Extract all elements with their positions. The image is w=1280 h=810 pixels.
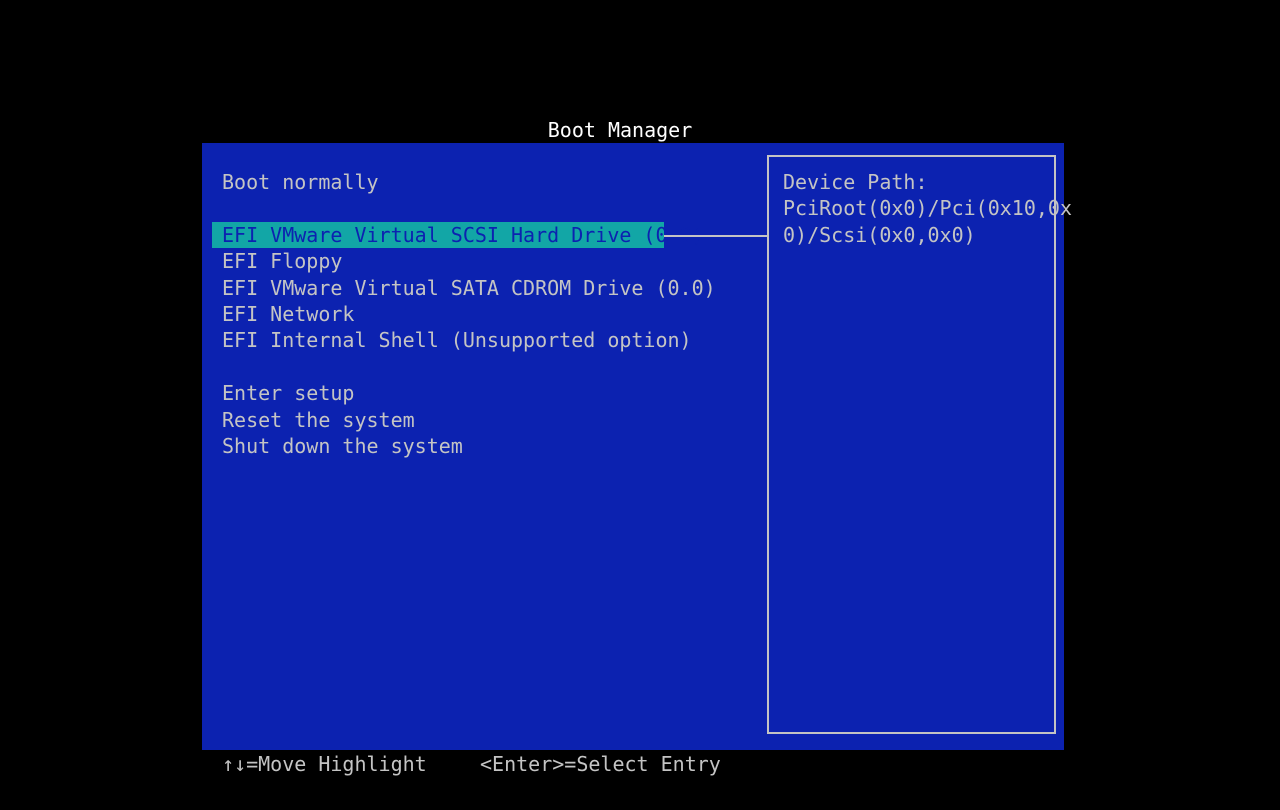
- boot-manager-panel: Boot normally EFI VMware Virtual SCSI Ha…: [202, 143, 1072, 750]
- boot-menu: Boot normally EFI VMware Virtual SCSI Ha…: [212, 169, 767, 459]
- footer-select-entry: <Enter>=Select Entry: [480, 752, 721, 776]
- device-path-line-1: PciRoot(0x0)/Pci(0x10,0x: [783, 196, 1072, 221]
- highlight-connector-line: [664, 235, 767, 237]
- menu-item-shut-down[interactable]: Shut down the system: [212, 433, 767, 459]
- menu-item-floppy[interactable]: EFI Floppy: [212, 248, 767, 274]
- key-help-footer: ↑↓=Move Highlight <Enter>=Select Entry: [222, 750, 721, 778]
- device-path-text: Device Path: PciRoot(0x0)/Pci(0x10,0x 0)/S…: [783, 169, 1072, 248]
- menu-item-network[interactable]: EFI Network: [212, 301, 767, 327]
- footer-move-highlight: ↑↓=Move Highlight: [222, 752, 427, 776]
- menu-spacer: [212, 195, 767, 221]
- page-title: Boot Manager: [547, 118, 693, 142]
- menu-spacer: [212, 354, 767, 380]
- menu-item-internal-shell[interactable]: EFI Internal Shell (Unsupported option): [212, 327, 767, 353]
- menu-item-enter-setup[interactable]: Enter setup: [212, 380, 767, 406]
- menu-item-sata-cdrom[interactable]: EFI VMware Virtual SATA CDROM Drive (0.0…: [212, 275, 767, 301]
- menu-item-scsi-hard-drive[interactable]: EFI VMware Virtual SCSI Hard Drive (0.0): [212, 221, 704, 249]
- device-path-heading: Device Path:: [783, 170, 928, 194]
- menu-item-boot-normally[interactable]: Boot normally: [212, 169, 767, 195]
- menu-item-reset-system[interactable]: Reset the system: [212, 407, 767, 433]
- device-path-line-2: 0)/Scsi(0x0,0x0): [783, 222, 976, 247]
- device-path-help-box: Device Path: PciRoot(0x0)/Pci(0x10,0x 0)/S…: [767, 155, 1072, 734]
